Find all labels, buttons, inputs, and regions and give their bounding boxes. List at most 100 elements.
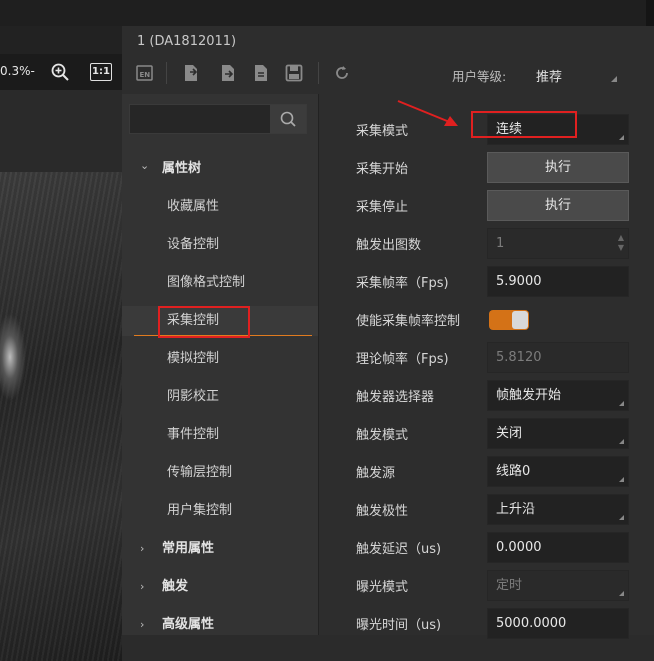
- tree-item[interactable]: › 常用属性: [122, 534, 318, 564]
- property-row: 采集停止 执行: [319, 186, 654, 224]
- user-level-select[interactable]: 推荐: [536, 66, 562, 85]
- tree-item-label: 传输层控制: [167, 465, 233, 480]
- refresh-icon[interactable]: [333, 64, 351, 82]
- property-label: 触发源: [356, 466, 396, 481]
- property-row: 触发模式 关闭: [319, 414, 654, 452]
- tree-item[interactable]: 事件控制: [122, 420, 318, 450]
- actual-size-button[interactable]: 1:1: [90, 63, 112, 81]
- chevron-right-icon[interactable]: ›: [140, 534, 152, 564]
- toggle-knob: [512, 311, 528, 329]
- toolbar-separator: [318, 62, 319, 84]
- property-input[interactable]: 0.0000: [487, 532, 629, 563]
- tree-item-label: 模拟控制: [167, 351, 220, 366]
- image-viewer: 0.3%- 1:1: [0, 26, 122, 661]
- annotation-arrow: [397, 100, 458, 126]
- tree-item[interactable]: 收藏属性: [122, 192, 318, 222]
- tree-item-label: 触发: [162, 579, 189, 594]
- property-value: 帧触发开始: [496, 388, 562, 403]
- tree-item[interactable]: 图像格式控制: [122, 268, 318, 298]
- chevron-right-icon[interactable]: ›: [140, 572, 152, 602]
- dropdown-arrow-icon: [619, 439, 624, 444]
- property-row: 曝光时间（us) 5000.0000: [319, 604, 654, 642]
- device-title: 1 (DA1812011): [137, 34, 237, 49]
- tree-item-label: 设备控制: [167, 237, 220, 252]
- highlight-box-acquisition-mode: [471, 111, 577, 138]
- property-row: 触发出图数 1 ▲ ▼: [319, 224, 654, 262]
- zoom-in-icon[interactable]: [50, 62, 70, 82]
- en-language-icon[interactable]: EN: [136, 64, 154, 82]
- execute-button[interactable]: 执行: [487, 190, 629, 221]
- dropdown-arrow-icon: [619, 591, 624, 596]
- property-select[interactable]: 帧触发开始: [487, 380, 629, 411]
- tree-item[interactable]: 阴影校正: [122, 382, 318, 412]
- property-value: 5.9000: [496, 274, 542, 289]
- property-label: 采集帧率（Fps): [356, 276, 449, 291]
- import-icon[interactable]: [182, 64, 200, 82]
- user-level-label: 用户等级:: [452, 69, 507, 84]
- property-input: 5.8120: [487, 342, 629, 373]
- property-row: 触发极性 上升沿: [319, 490, 654, 528]
- spinner-arrows-icon: ▲ ▼: [617, 233, 624, 252]
- tree-item[interactable]: › 高级属性: [122, 610, 318, 640]
- property-value: 关闭: [496, 426, 523, 441]
- tree-item[interactable]: ⌄ 属性树: [122, 154, 318, 184]
- property-select[interactable]: 线路0: [487, 456, 629, 487]
- property-label: 采集停止: [356, 200, 409, 215]
- document-icon[interactable]: [252, 64, 270, 82]
- property-value: 1: [496, 236, 505, 251]
- viewer-toolbar: 0.3%- 1:1: [0, 54, 122, 90]
- property-select: 定时: [487, 570, 629, 601]
- property-value: 上升沿: [496, 502, 536, 517]
- property-label: 曝光时间（us): [356, 618, 442, 633]
- tree-item-label: 图像格式控制: [167, 275, 246, 290]
- execute-button[interactable]: 执行: [487, 152, 629, 183]
- dropdown-arrow-icon: [619, 135, 624, 140]
- search-button[interactable]: [270, 105, 306, 133]
- property-row: 采集开始 执行: [319, 148, 654, 186]
- dropdown-arrow-icon: [619, 477, 624, 482]
- tree-item[interactable]: › 触发: [122, 572, 318, 602]
- tree-item[interactable]: 设备控制: [122, 230, 318, 260]
- top-bar-edge: [646, 0, 654, 26]
- property-row: 曝光模式 定时: [319, 566, 654, 604]
- property-label: 触发模式: [356, 428, 409, 443]
- chevron-right-icon[interactable]: ›: [140, 610, 152, 640]
- tree-item[interactable]: 模拟控制: [122, 344, 318, 374]
- frame-rate-toggle[interactable]: [489, 310, 529, 330]
- tree-item-label: 属性树: [162, 161, 202, 176]
- zoom-level: 0.3%-: [0, 64, 35, 78]
- property-value: 线路0: [496, 464, 531, 479]
- property-label: 触发器选择器: [356, 390, 435, 405]
- property-value: 5.8120: [496, 350, 542, 365]
- tree-search-input[interactable]: [130, 105, 270, 133]
- viewer-header-area: [0, 90, 122, 172]
- save-icon[interactable]: [285, 64, 303, 82]
- export-icon[interactable]: [219, 64, 237, 82]
- property-label: 触发延迟（us): [356, 542, 442, 557]
- property-select[interactable]: 关闭: [487, 418, 629, 449]
- property-row: 理论帧率（Fps) 5.8120: [319, 338, 654, 376]
- camera-image: [0, 172, 122, 661]
- window-top-bar: [0, 0, 654, 26]
- property-row: 采集帧率（Fps) 5.9000: [319, 262, 654, 300]
- property-input[interactable]: 5.9000: [487, 266, 629, 297]
- dropdown-arrow-icon: [611, 76, 617, 82]
- tree-item-label: 高级属性: [162, 617, 215, 632]
- property-value: 5000.0000: [496, 616, 567, 631]
- search-icon: [280, 111, 296, 127]
- tree-search-box: [129, 104, 307, 134]
- property-row: 触发延迟（us) 0.0000: [319, 528, 654, 566]
- property-label: 使能采集帧率控制: [356, 314, 461, 329]
- dropdown-arrow-icon: [619, 401, 624, 406]
- tree-item-label: 用户集控制: [167, 503, 233, 518]
- property-tree: ⌄ 属性树 收藏属性 设备控制 图像格式控制 采集控制 模拟控制 阴影校正 事件控制 传输层控制用…: [122, 94, 318, 635]
- property-label: 理论帧率（Fps): [356, 352, 449, 367]
- toolbar-separator: [166, 62, 167, 84]
- tree-item[interactable]: 传输层控制: [122, 458, 318, 488]
- chevron-down-icon[interactable]: ⌄: [140, 151, 152, 181]
- property-value: 0.0000: [496, 540, 542, 555]
- tree-item-label: 常用属性: [162, 541, 215, 556]
- tree-item[interactable]: 用户集控制: [122, 496, 318, 526]
- property-input[interactable]: 5000.0000: [487, 608, 629, 639]
- property-select[interactable]: 上升沿: [487, 494, 629, 525]
